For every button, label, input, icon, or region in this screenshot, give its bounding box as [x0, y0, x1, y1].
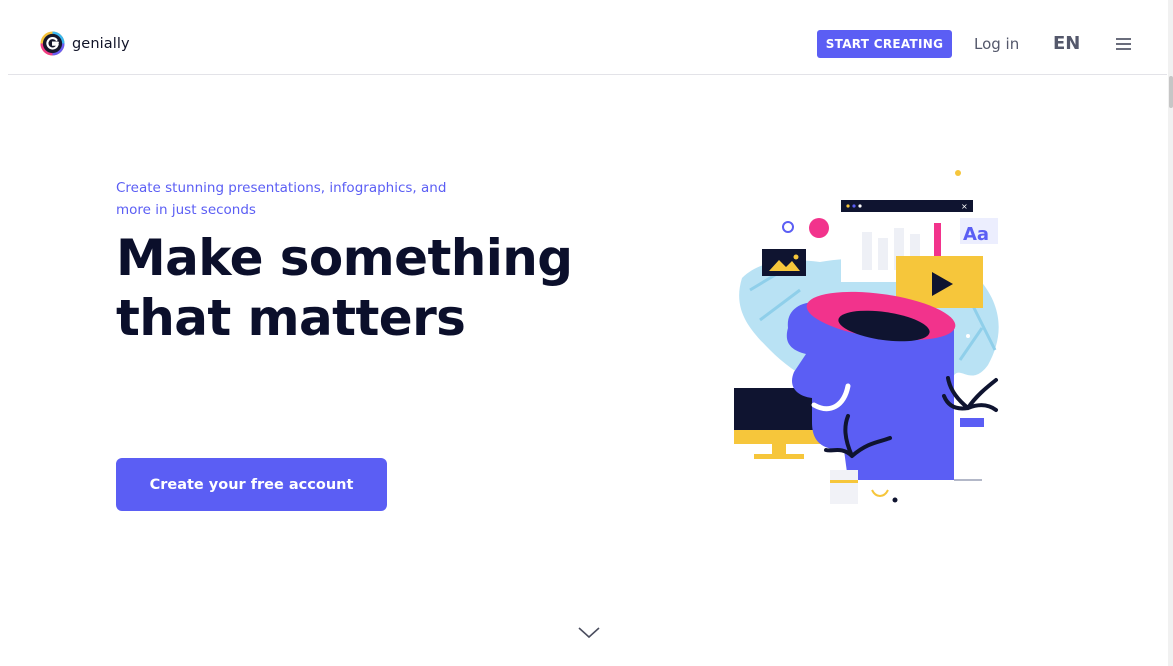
svg-text:Aa: Aa — [963, 224, 989, 245]
hero-illustration: × Aa — [734, 170, 999, 504]
svg-text:×: × — [961, 202, 968, 211]
hamburger-menu-icon[interactable] — [1116, 38, 1131, 50]
site-header: genially START CREATING Log in EN — [0, 0, 1173, 75]
image-card-shape — [762, 249, 806, 276]
hero-title: Make something that matters — [116, 229, 573, 347]
monitor-shape — [734, 388, 824, 459]
genially-logo-icon — [40, 31, 65, 56]
logo-text: genially — [72, 35, 130, 52]
hero-subtitle: Create stunning presentations, infograph… — [116, 180, 447, 218]
typography-card-shape: Aa — [960, 218, 998, 245]
scrollbar-thumb[interactable] — [1169, 76, 1173, 108]
page-scrollbar[interactable] — [1168, 0, 1173, 666]
language-selector[interactable]: EN — [1053, 33, 1080, 54]
header-divider — [8, 74, 1167, 75]
chevron-down-icon[interactable] — [577, 626, 601, 640]
create-account-button[interactable]: Create your free account — [116, 458, 387, 511]
pink-circle — [809, 218, 829, 238]
login-link[interactable]: Log in — [974, 35, 1019, 53]
yellow-dot — [955, 170, 961, 176]
genially-logo[interactable]: genially — [40, 31, 130, 56]
start-creating-button[interactable]: START CREATING — [817, 30, 952, 58]
outline-circle — [782, 221, 794, 233]
